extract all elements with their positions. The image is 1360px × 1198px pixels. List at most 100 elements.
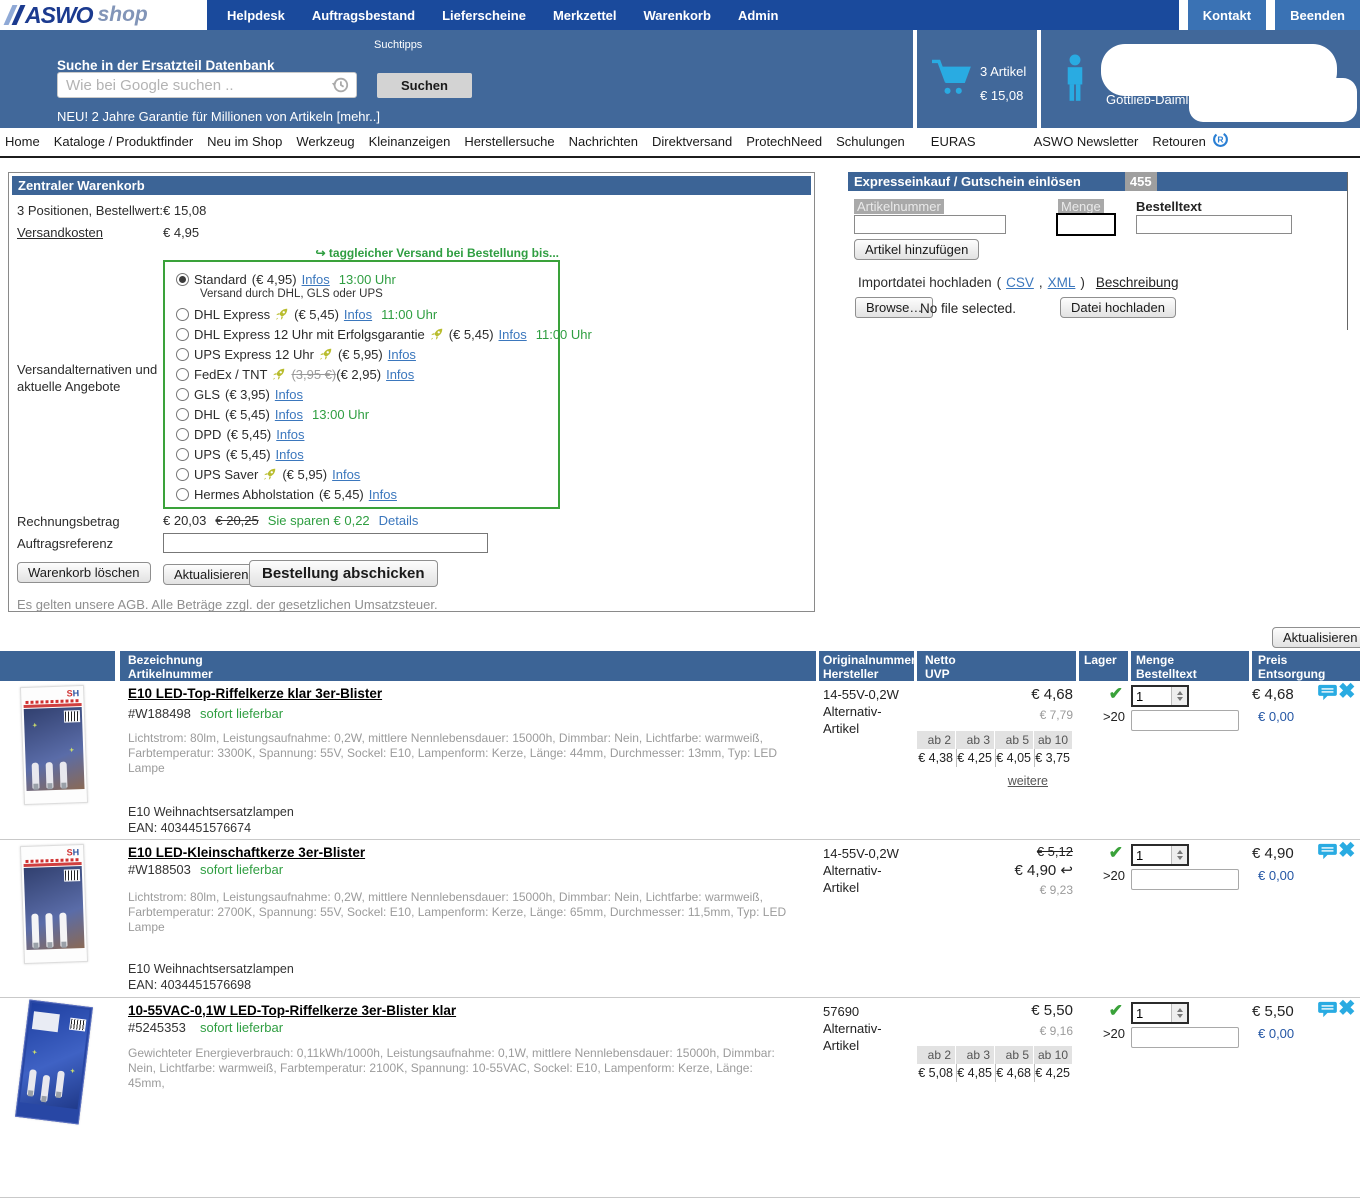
infos-link[interactable]: Infos [388,347,416,362]
quantity-input[interactable] [1133,846,1171,864]
product-image[interactable]: SH [22,845,86,963]
nav-protechneed[interactable]: ProtechNeed [746,134,822,149]
product-image[interactable]: SH [22,686,86,804]
radio-ups[interactable] [176,448,189,461]
comment-icon[interactable] [1318,843,1337,865]
infos-link[interactable]: Infos [344,307,372,322]
nav-retouren[interactable]: Retouren [1152,134,1205,149]
add-article-button[interactable]: Artikel hinzufügen [854,239,979,260]
submit-order-button[interactable]: Bestellung abschicken [249,560,438,587]
minicart[interactable]: 3 Artikel € 15,08 [917,30,1037,128]
update-cart-button[interactable]: Aktualisieren [163,564,259,585]
quantity-input[interactable] [1133,687,1171,705]
table-update-button[interactable]: Aktualisieren [1272,627,1360,648]
product-row: SH E10 LED-Kleinschaftkerze 3er-Blister … [0,840,1360,998]
beenden-button[interactable]: Beenden [1275,0,1360,30]
radio-dhl-express-12[interactable] [176,328,189,341]
csv-link[interactable]: CSV [1006,275,1034,290]
nav-euras[interactable]: EURAS [931,134,976,149]
topnav-lieferscheine[interactable]: Lieferscheine [442,8,526,23]
bestelltext-input[interactable] [1131,869,1239,890]
nav-kataloge[interactable]: Kataloge / Produktfinder [54,134,193,149]
radio-dpd[interactable] [176,428,189,441]
remove-item-icon[interactable]: ✖ [1338,838,1356,863]
radio-ups-express-12[interactable] [176,348,189,361]
infos-link[interactable]: Infos [499,327,527,342]
aswo-logo[interactable]: ASWO shop [0,0,207,30]
topnav-helpdesk[interactable]: Helpdesk [227,8,285,23]
bestelltext-input[interactable] [1131,1027,1239,1048]
quantity-input[interactable] [1133,1004,1171,1022]
remove-item-icon[interactable]: ✖ [1338,679,1356,704]
suchtipps-link[interactable]: Suchtipps [374,39,422,51]
nav-herstellersuche[interactable]: Herstellersuche [464,134,554,149]
nav-schulungen[interactable]: Schulungen [836,134,905,149]
quantity-spinner[interactable] [1171,687,1187,705]
topnav-merkzettel[interactable]: Merkzettel [553,8,617,23]
user-box[interactable]: Gottlieb-Daimler- [1041,30,1360,128]
infos-link[interactable]: Infos [369,487,397,502]
versandkosten-value: € 4,95 [163,225,199,240]
infos-link[interactable]: Infos [332,467,360,482]
quantity-spinner[interactable] [1171,1004,1187,1022]
quantity-stepper [1131,844,1189,866]
infos-link[interactable]: Infos [276,427,304,442]
radio-standard[interactable] [176,273,189,286]
nav-aswo-newsletter[interactable]: ASWO Newsletter [1034,134,1139,149]
stock-check-icon: ✔ [1079,1001,1123,1021]
infos-link[interactable]: Infos [276,447,304,462]
infos-link[interactable]: Infos [302,272,330,287]
radio-fedex-tnt[interactable] [176,368,189,381]
infos-link[interactable]: Infos [275,387,303,402]
menge-input[interactable] [1056,213,1116,236]
product-image[interactable] [22,1003,86,1121]
nav-werkzeug[interactable]: Werkzeug [296,134,354,149]
suchen-button[interactable]: Suchen [377,73,472,98]
xml-link[interactable]: XML [1048,275,1076,290]
quantity-spinner[interactable] [1171,846,1187,864]
nav-direktversand[interactable]: Direktversand [652,134,732,149]
radio-hermes[interactable] [176,488,189,501]
comment-icon[interactable] [1318,684,1337,706]
beschreibung-link[interactable]: Beschreibung [1096,275,1179,290]
topnav-auftragsbestand[interactable]: Auftragsbestand [312,8,415,23]
radio-gls[interactable] [176,388,189,401]
cart-count: 3 Artikel [980,60,1026,84]
upload-file-button[interactable]: Datei hochladen [1060,297,1176,318]
bestelltext-input[interactable] [1131,710,1239,731]
radio-dhl-express[interactable] [176,308,189,321]
artikelnummer-label: Artikelnummer [854,199,944,214]
retouren-icon[interactable]: R [1212,131,1229,153]
product-title-link[interactable]: E10 LED-Top-Riffelkerze klar 3er-Blister [128,686,382,701]
versandkosten-link[interactable]: Versandkosten [17,225,103,240]
nav-neu-im-shop[interactable]: Neu im Shop [207,134,282,149]
search-history-icon[interactable] [331,76,349,99]
radio-dhl[interactable] [176,408,189,421]
invoice-details-link[interactable]: Details [379,513,419,528]
product-title-link[interactable]: 10-55VAC-0,1W LED-Top-Riffelkerze 3er-Bl… [128,1003,456,1018]
product-category: E10 Weihnachtsersatzlampen [128,962,294,976]
comment-icon[interactable] [1318,1001,1337,1023]
availability-status: sofort lieferbar [200,862,283,877]
clear-cart-button[interactable]: Warenkorb löschen [17,562,151,583]
reference-input[interactable] [163,533,488,553]
bestelltext-express-input[interactable] [1136,215,1292,234]
product-title-link[interactable]: E10 LED-Kleinschaftkerze 3er-Blister [128,845,365,860]
kontakt-button[interactable]: Kontakt [1188,0,1266,30]
artikelnummer-input[interactable] [854,215,1006,234]
product-artnr: #5245353 [128,1020,186,1035]
quantity-stepper [1131,1002,1189,1024]
weitere-link[interactable]: weitere [917,774,1048,788]
infos-link[interactable]: Infos [386,367,414,382]
topnav-warenkorb[interactable]: Warenkorb [644,8,711,23]
infos-link[interactable]: Infos [275,407,303,422]
promo-text[interactable]: NEU! 2 Jahre Garantie für Millionen von … [57,109,380,124]
remove-item-icon[interactable]: ✖ [1338,996,1356,1021]
nav-nachrichten[interactable]: Nachrichten [569,134,638,149]
radio-ups-saver[interactable] [176,468,189,481]
nav-kleinanzeigen[interactable]: Kleinanzeigen [369,134,451,149]
search-input[interactable] [57,72,357,98]
nav-home[interactable]: Home [5,134,40,149]
rocket-icon [319,347,333,361]
topnav-admin[interactable]: Admin [738,8,778,23]
